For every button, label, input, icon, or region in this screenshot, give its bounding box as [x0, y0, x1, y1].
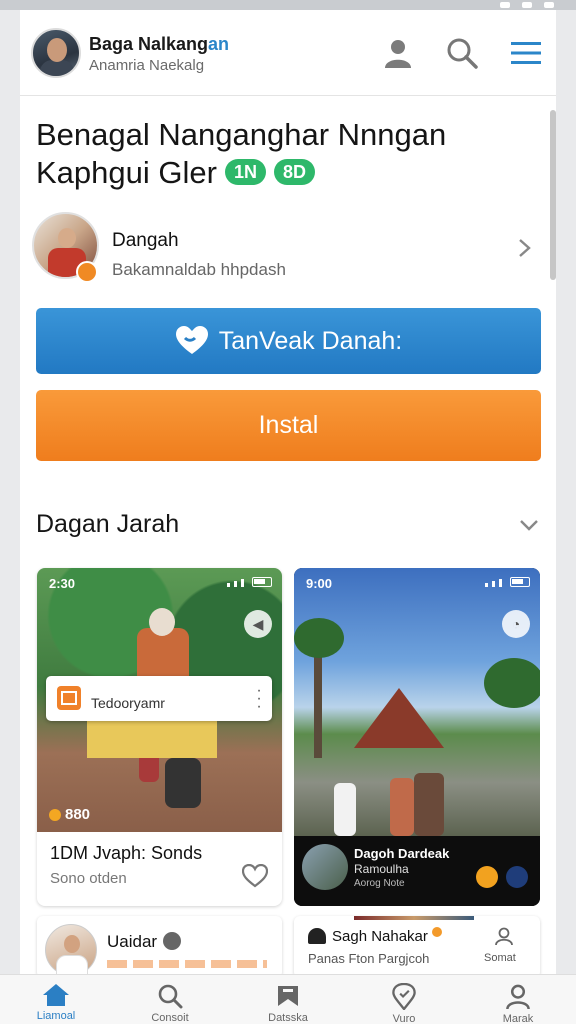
developer-subtitle: Bakamnaldab hhpdash: [112, 260, 286, 279]
search-icon: [158, 984, 183, 1009]
screenshot-1-overlay-label: Tedooryamr: [91, 695, 165, 711]
screenshot-card-1[interactable]: 2:30 ◀ Tedooryamr · · · 880 1DM Jvaph: Son…: [37, 568, 282, 906]
heart-hands-icon: [175, 326, 208, 354]
cloud-icon: [308, 928, 326, 944]
home-icon: [43, 984, 69, 1006]
battery-icon: [544, 2, 554, 8]
section-title: Dagan Jarah: [36, 510, 180, 538]
rating-badge: 1N: [224, 158, 266, 185]
nav-label-search: Consoit: [151, 1012, 189, 1024]
screenshot-2-info-bar: Dagoh Dardeak Ramoulha Aorog Note: [294, 836, 540, 906]
star-icon: [49, 808, 61, 821]
app-detail-page: Baga Nalkangan Anamria Naekalg Benagal N…: [20, 10, 556, 1024]
screenshot-image-2: [294, 568, 540, 836]
related-card-1-avatar: [45, 924, 97, 978]
nav-item-home[interactable]: Liamoal: [16, 975, 96, 1024]
like-icon[interactable]: [242, 864, 268, 888]
search-icon: [447, 38, 478, 69]
screenshot-2-thumbnail: [302, 844, 348, 890]
app-header: Baga Nalkangan Anamria Naekalg: [20, 10, 556, 96]
related-card-2-name-text: Sagh Nahakar: [332, 928, 428, 945]
play-badge-icon[interactable]: [476, 866, 498, 888]
developer-row[interactable]: Dangah Bakamnaldab hhpdash: [20, 208, 556, 288]
nav-label-profile: Marak: [502, 1013, 534, 1024]
developer-name: Dangah: [112, 230, 179, 251]
screenshot-1-action-icon[interactable]: ◀: [244, 610, 272, 638]
screenshot-2-time: 9:00: [306, 576, 333, 591]
profile-avatar[interactable]: [31, 28, 81, 78]
user-icon: [495, 927, 513, 946]
related-card-2-side-label: Somat: [484, 952, 516, 964]
related-card-1-tagline: [107, 960, 267, 968]
age-badge: 8D: [273, 158, 315, 185]
header-title: Baga Nalkangan: [89, 34, 229, 55]
screenshot-1-rating-value: 880: [65, 806, 91, 823]
screenshot-1-subtitle: Sono otden: [50, 870, 127, 887]
nav-item-profile[interactable]: Marak: [478, 975, 558, 1024]
related-card-1-name-text: Uaidar: [107, 932, 158, 951]
install-label: Instal: [258, 411, 319, 439]
screenshot-card-2[interactable]: 9:00 ◔ Dagoh Dardeak Ramoulha Aorog Note: [294, 568, 540, 906]
related-card-1-name: Uaidar: [107, 931, 182, 952]
screenshot-2-action-icon[interactable]: ◔: [502, 610, 530, 638]
screenshot-1-title: 1DM Jvaph: Sonds: [50, 843, 203, 863]
app-title: Benagal Nanganghar Nnngan Kaphgui Gler 1N…: [36, 116, 536, 192]
screenshot-1-rating: 880: [49, 806, 90, 823]
install-button[interactable]: Instal: [36, 390, 541, 461]
menu-button[interactable]: [508, 36, 544, 70]
screenshot-1-overlay-card: Tedooryamr · · ·: [46, 676, 272, 721]
more-options-icon: · · ·: [256, 682, 262, 715]
screenshot-2-info-sub2: Aorog Note: [354, 878, 405, 889]
screenshot-2-info-title: Dagoh Dardeak: [354, 846, 450, 861]
chevron-down-icon[interactable]: [518, 514, 540, 536]
verified-icon: [163, 931, 182, 950]
related-card-2[interactable]: Sagh Nahakar Panas Fton Pargjcoh Somat: [294, 916, 540, 978]
primary-action-label: TanVeak Danah:: [218, 326, 403, 355]
nav-item-location[interactable]: Vuro: [364, 975, 444, 1024]
screenshot-1-status-icons: [227, 577, 272, 587]
nav-item-search[interactable]: Consoit: [130, 975, 210, 1024]
share-badge-icon[interactable]: [506, 866, 528, 888]
signal-icon: [500, 2, 510, 8]
app-title-line1: Benagal Nanganghar Nnngan: [36, 117, 447, 152]
new-dot-icon: [431, 927, 442, 937]
chevron-right-icon: [519, 239, 531, 257]
nav-label-location: Vuro: [392, 1013, 416, 1024]
screenshot-2-info-sub1: Ramoulha: [354, 862, 409, 876]
related-card-1[interactable]: Uaidar: [37, 916, 282, 978]
header-title-main: Baga Nalkang: [89, 34, 209, 54]
app-title-line2: Kaphgui Gler 1N 8D: [36, 154, 536, 192]
app-title-line2-text: Kaphgui Gler: [36, 155, 217, 190]
header-subtitle: Anamria Naekalg: [89, 57, 205, 74]
screenshot-2-status-icons: [485, 577, 530, 587]
search-button[interactable]: [444, 36, 480, 70]
account-button[interactable]: [380, 36, 416, 70]
primary-action-button[interactable]: TanVeak Danah:: [36, 308, 541, 374]
header-title-highlight: an: [208, 34, 230, 54]
tag-icon: [278, 986, 298, 1006]
screenshot-1-time: 2:30: [49, 576, 76, 591]
hamburger-menu-icon: [511, 42, 541, 64]
bottom-navigation: Liamoal Consoit Datsska Vuro Marak: [0, 974, 576, 1024]
nav-label-tags: Datsska: [268, 1012, 308, 1024]
app-icon: [57, 686, 81, 710]
developer-badge-icon: [76, 261, 98, 283]
related-card-2-name: Sagh Nahakar: [332, 927, 442, 945]
related-card-2-subtitle: Panas Fton Pargjcoh: [308, 951, 430, 966]
location-icon: [392, 983, 416, 1010]
nav-label-home: Liamoal: [36, 1010, 76, 1022]
user-icon: [385, 40, 411, 68]
wifi-icon: [522, 2, 532, 8]
user-icon: [506, 984, 530, 1010]
status-bar: [0, 0, 576, 10]
nav-item-tags[interactable]: Datsska: [248, 975, 328, 1024]
